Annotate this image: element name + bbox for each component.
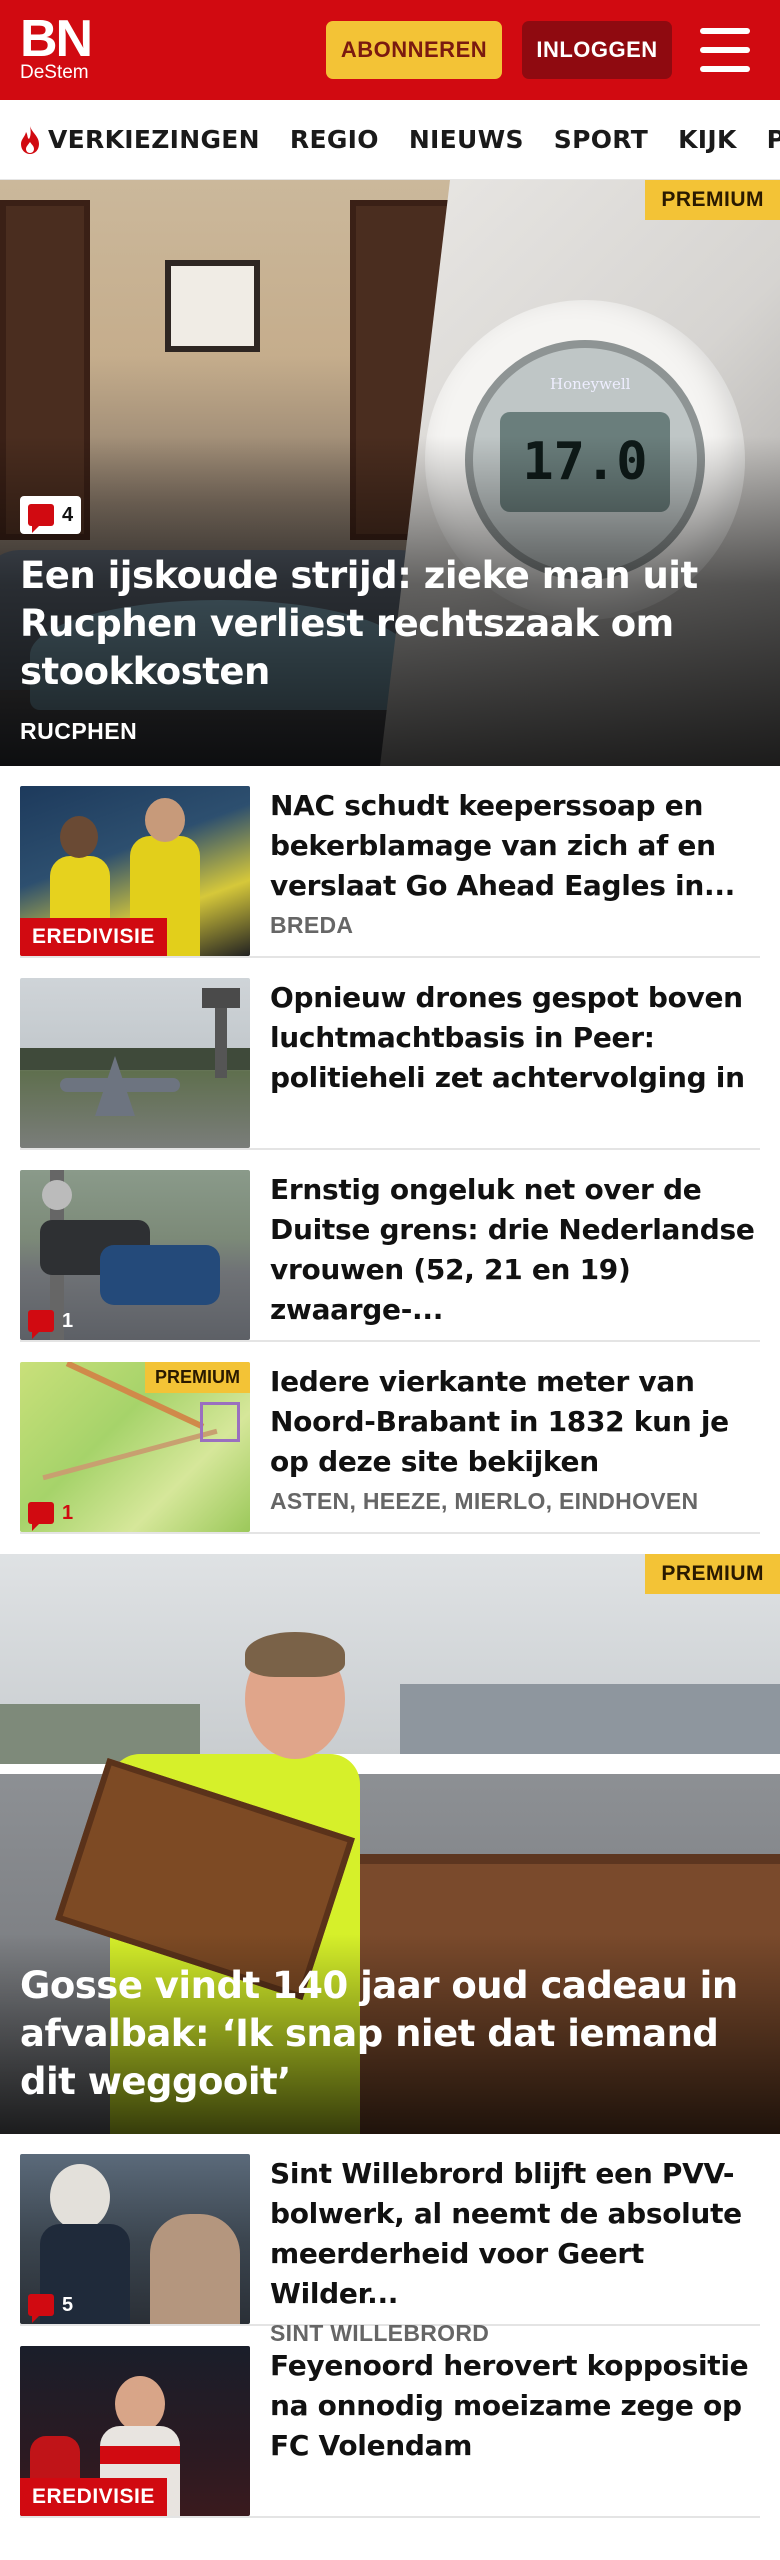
- nav-item-verkiezingen[interactable]: VERKIEZINGEN: [18, 125, 260, 155]
- article-title[interactable]: Sint Willebrord blijft een PVV-bolwerk, …: [270, 2154, 760, 2314]
- list-item[interactable]: EREDIVISIE Feyenoord herovert koppositie…: [20, 2326, 760, 2518]
- nav-item-kijk[interactable]: KIJK: [678, 125, 737, 154]
- comment-count: 5: [62, 2293, 74, 2316]
- article-title[interactable]: Iedere vierkante meter van Noord-Brabant…: [270, 1362, 760, 1482]
- list-item[interactable]: EREDIVISIE NAC schudt keeperssoap en bek…: [20, 766, 760, 958]
- comment-count: 1: [62, 1309, 74, 1332]
- comment-icon: [28, 2294, 54, 2323]
- nav-item-podcast[interactable]: PODC: [767, 125, 780, 154]
- main-nav: VERKIEZINGEN REGIO NIEUWS SPORT KIJK POD…: [0, 100, 780, 180]
- thermostat-brand: Honeywell: [550, 375, 631, 393]
- premium-badge: PREMIUM: [645, 180, 780, 220]
- comment-count: 4: [62, 503, 74, 526]
- hero-place: RUCPHEN: [20, 718, 138, 744]
- top-header: BN DeStem ABONNEREN INLOGGEN: [0, 0, 780, 100]
- article-place: BREDA: [270, 912, 354, 938]
- article-thumbnail: 5: [20, 2154, 250, 2324]
- login-button[interactable]: INLOGGEN: [522, 21, 672, 79]
- article-title[interactable]: NAC schudt keeperssoap en bekerblamage v…: [270, 786, 760, 906]
- subscribe-button[interactable]: ABONNEREN: [326, 21, 502, 79]
- comment-icon: [28, 1502, 54, 1531]
- list-item[interactable]: 1 Ernstig ongeluk net over de Duitse gre…: [20, 1150, 760, 1342]
- menu-icon[interactable]: [700, 28, 750, 72]
- list-item[interactable]: PREMIUM 1 Iedere vierkante meter van Noo…: [20, 1342, 760, 1534]
- list-item[interactable]: 5 Sint Willebrord blijft een PVV-bolwerk…: [20, 2134, 760, 2346]
- article-thumbnail: [20, 978, 250, 1148]
- article-place: ASTEN, HEEZE, MIERLO, EINDHOVEN: [270, 1488, 699, 1514]
- nav-item-regio[interactable]: REGIO: [290, 125, 379, 154]
- premium-badge: PREMIUM: [145, 1362, 250, 1393]
- hero-title[interactable]: Een ijskoude strijd: zieke man uit Rucph…: [20, 552, 750, 696]
- flame-icon: [21, 125, 39, 154]
- comment-icon: [28, 504, 54, 533]
- comment-count-badge[interactable]: 1: [20, 1302, 81, 1340]
- article-title[interactable]: Opnieuw drones gespot boven luchtmachtba…: [270, 978, 760, 1098]
- article-thumbnail: EREDIVISIE: [20, 786, 250, 956]
- comment-count-badge[interactable]: 4: [20, 496, 82, 534]
- list-item[interactable]: Opnieuw drones gespot boven luchtmachtba…: [20, 958, 760, 1150]
- comment-count-badge[interactable]: 1: [20, 1494, 81, 1532]
- article-title[interactable]: Feyenoord herovert koppositie na onnodig…: [270, 2346, 760, 2466]
- category-label[interactable]: EREDIVISIE: [20, 918, 167, 956]
- comment-count-badge[interactable]: 5: [20, 2286, 81, 2324]
- article-list: EREDIVISIE NAC schudt keeperssoap en bek…: [0, 766, 780, 1534]
- comment-icon: [28, 1310, 54, 1339]
- nav-item-sport[interactable]: SPORT: [554, 125, 648, 154]
- hero-article-stookkosten[interactable]: Honeywell 17.0 PREMIUM 4 Een ijskoude st…: [0, 180, 780, 766]
- article-thumbnail: 1: [20, 1170, 250, 1340]
- logo-main: BN: [20, 10, 93, 68]
- article-thumbnail: PREMIUM 1: [20, 1362, 250, 1532]
- comment-count: 1: [62, 1501, 74, 1524]
- nav-label: VERKIEZINGEN: [48, 125, 260, 154]
- nav-item-nieuws[interactable]: NIEUWS: [409, 125, 524, 154]
- site-logo[interactable]: BN DeStem: [20, 10, 140, 83]
- article-thumbnail: EREDIVISIE: [20, 2346, 250, 2516]
- hero-article-afvalbak[interactable]: PREMIUM Gosse vindt 140 jaar oud cadeau …: [0, 1554, 780, 2134]
- hero-title[interactable]: Gosse vindt 140 jaar oud cadeau in afval…: [20, 1962, 750, 2106]
- article-title[interactable]: Ernstig ongeluk net over de Duitse grens…: [270, 1170, 760, 1330]
- category-label[interactable]: EREDIVISIE: [20, 2478, 167, 2516]
- article-list-2: 5 Sint Willebrord blijft een PVV-bolwerk…: [0, 2134, 780, 2518]
- logo-sub: DeStem: [20, 62, 89, 83]
- premium-badge: PREMIUM: [645, 1554, 780, 1594]
